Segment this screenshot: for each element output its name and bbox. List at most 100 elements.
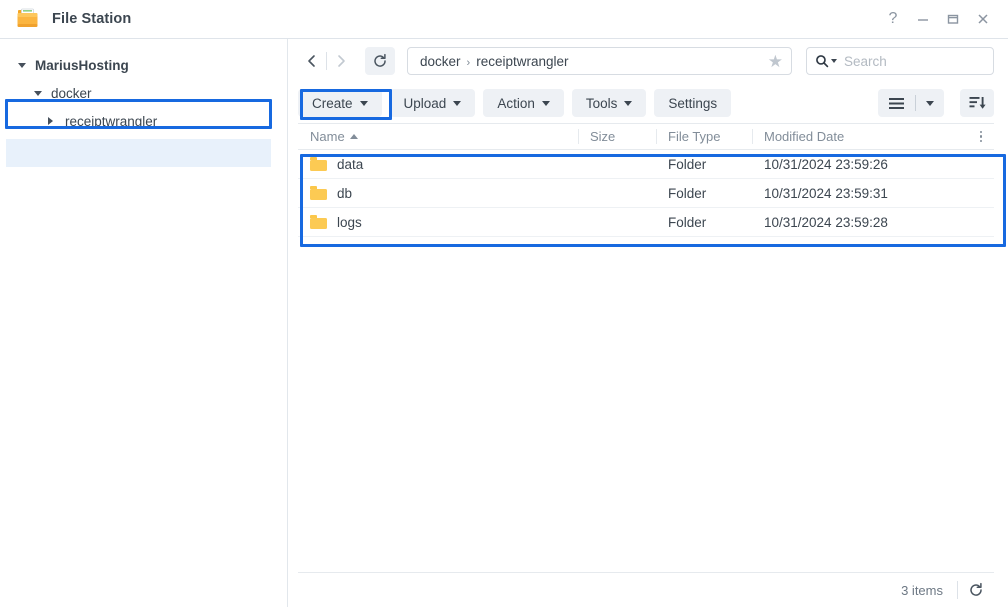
help-icon: ? [888, 10, 898, 27]
status-bar: 3 items [298, 572, 994, 607]
view-mode-group [878, 89, 944, 117]
action-button-label: Action [497, 95, 535, 111]
column-header-size-label: Size [590, 129, 616, 144]
breadcrumb-separator: › [466, 56, 471, 69]
title-bar: File Station ? [0, 0, 1008, 39]
view-mode-dropdown-button[interactable] [916, 89, 944, 117]
help-button[interactable]: ? [878, 4, 908, 34]
maximize-icon [947, 14, 959, 24]
chevron-down-icon[interactable] [34, 90, 48, 96]
maximize-button[interactable] [938, 4, 968, 34]
cell-file-type: Folder [668, 156, 707, 172]
close-icon [978, 14, 988, 24]
column-header-modified-date-label: Modified Date [764, 129, 845, 144]
breadcrumb: docker › receiptwrangler [420, 54, 762, 69]
folder-icon [310, 215, 327, 229]
file-list-body: data Folder 10/31/2024 23:59:26 db Folde… [298, 150, 994, 572]
table-row[interactable]: db Folder 10/31/2024 23:59:31 [298, 179, 994, 208]
sort-ascending-icon [349, 134, 358, 139]
folder-icon [16, 8, 40, 30]
table-row[interactable]: logs Folder 10/31/2024 23:59:28 [298, 208, 994, 237]
refresh-button[interactable] [365, 47, 395, 75]
window-body: MariusHosting docker receiptwrangler doc… [0, 39, 1008, 607]
column-header-name[interactable]: Name [298, 124, 578, 149]
chevron-down-icon [453, 100, 462, 106]
forward-button[interactable] [327, 47, 355, 75]
chevron-down-icon[interactable] [18, 62, 32, 68]
breadcrumb-segment-1[interactable]: receiptwrangler [476, 54, 568, 69]
search-box[interactable] [806, 47, 1008, 75]
chevron-left-icon [308, 55, 315, 67]
tools-button-label: Tools [585, 95, 618, 111]
nav-history-group [298, 47, 355, 75]
file-list-header: Name Size File Type Modified Date [298, 123, 994, 150]
chevron-right-icon [338, 55, 345, 67]
create-button-label: Create [312, 95, 353, 111]
action-button[interactable]: Action [483, 89, 564, 117]
app-title: File Station [52, 11, 132, 27]
column-header-modified-date[interactable]: Modified Date [752, 124, 968, 149]
sidebar-item-label: receiptwrangler [65, 113, 158, 129]
kebab-menu-icon[interactable] [968, 130, 994, 143]
main-pane: docker › receiptwrangler ★ Create [288, 39, 1008, 607]
table-row[interactable]: data Folder 10/31/2024 23:59:26 [298, 150, 994, 179]
path-bar[interactable]: docker › receiptwrangler ★ [407, 47, 792, 75]
chevron-right-icon[interactable] [48, 117, 62, 125]
cell-name: logs [298, 208, 578, 236]
star-icon[interactable]: ★ [762, 53, 783, 70]
cell-file-type: Folder [668, 214, 707, 230]
sort-descending-icon [969, 97, 986, 109]
settings-button[interactable]: Settings [654, 89, 732, 117]
cell-modified-date: 10/31/2024 23:59:28 [764, 214, 888, 230]
upload-button[interactable]: Upload [389, 89, 476, 117]
chevron-down-icon[interactable] [831, 59, 837, 63]
upload-button-label: Upload [403, 95, 447, 111]
cell-size [578, 150, 656, 178]
sidebar-item-receiptwrangler[interactable]: receiptwrangler [0, 107, 287, 135]
minimize-icon [918, 19, 928, 21]
chevron-down-icon [624, 100, 633, 106]
file-name: db [337, 185, 353, 201]
minimize-button[interactable] [908, 4, 938, 34]
cell-file-type: Folder [668, 185, 707, 201]
file-name: data [337, 156, 364, 172]
file-name: logs [337, 214, 362, 230]
breadcrumb-segment-0[interactable]: docker [420, 54, 461, 69]
cell-modified-date: 10/31/2024 23:59:26 [764, 156, 888, 172]
sidebar-selection-highlight [6, 139, 271, 167]
item-count-label: 3 items [901, 582, 943, 598]
status-refresh-button[interactable] [958, 582, 994, 598]
toolbar: Create Upload Action Tools Settings [288, 83, 1008, 123]
cell-modified-date: 10/31/2024 23:59:31 [764, 185, 888, 201]
chevron-down-icon [541, 100, 550, 106]
folder-icon [310, 186, 327, 200]
refresh-icon [374, 53, 386, 67]
column-header-name-label: Name [310, 129, 345, 144]
chevron-down-icon [926, 100, 934, 106]
sidebar-item-label: docker [51, 85, 92, 101]
search-input[interactable] [844, 53, 1008, 69]
sidebar-item-label: MariusHosting [35, 57, 129, 73]
cell-name: data [298, 150, 578, 178]
chevron-down-icon [359, 100, 368, 106]
sidebar: MariusHosting docker receiptwrangler [0, 39, 288, 607]
refresh-icon [970, 582, 982, 596]
create-button[interactable]: Create [298, 89, 382, 117]
cell-size [578, 179, 656, 207]
sort-button[interactable] [960, 89, 994, 117]
settings-button-label: Settings [668, 95, 718, 111]
column-header-file-type[interactable]: File Type [656, 124, 752, 149]
close-button[interactable] [968, 4, 998, 34]
column-header-file-type-label: File Type [668, 129, 721, 144]
file-station-window: File Station ? MariusHosting docker rece… [0, 0, 1008, 607]
search-icon[interactable] [815, 54, 837, 68]
sidebar-item-docker[interactable]: docker [0, 79, 287, 107]
column-header-size[interactable]: Size [578, 124, 656, 149]
back-button[interactable] [298, 47, 326, 75]
tools-button[interactable]: Tools [571, 89, 647, 117]
sidebar-item-mariushosting[interactable]: MariusHosting [0, 51, 287, 79]
cell-name: db [298, 179, 578, 207]
cell-size [578, 208, 656, 236]
list-view-icon[interactable] [878, 89, 915, 117]
navigation-bar: docker › receiptwrangler ★ [288, 39, 1008, 83]
